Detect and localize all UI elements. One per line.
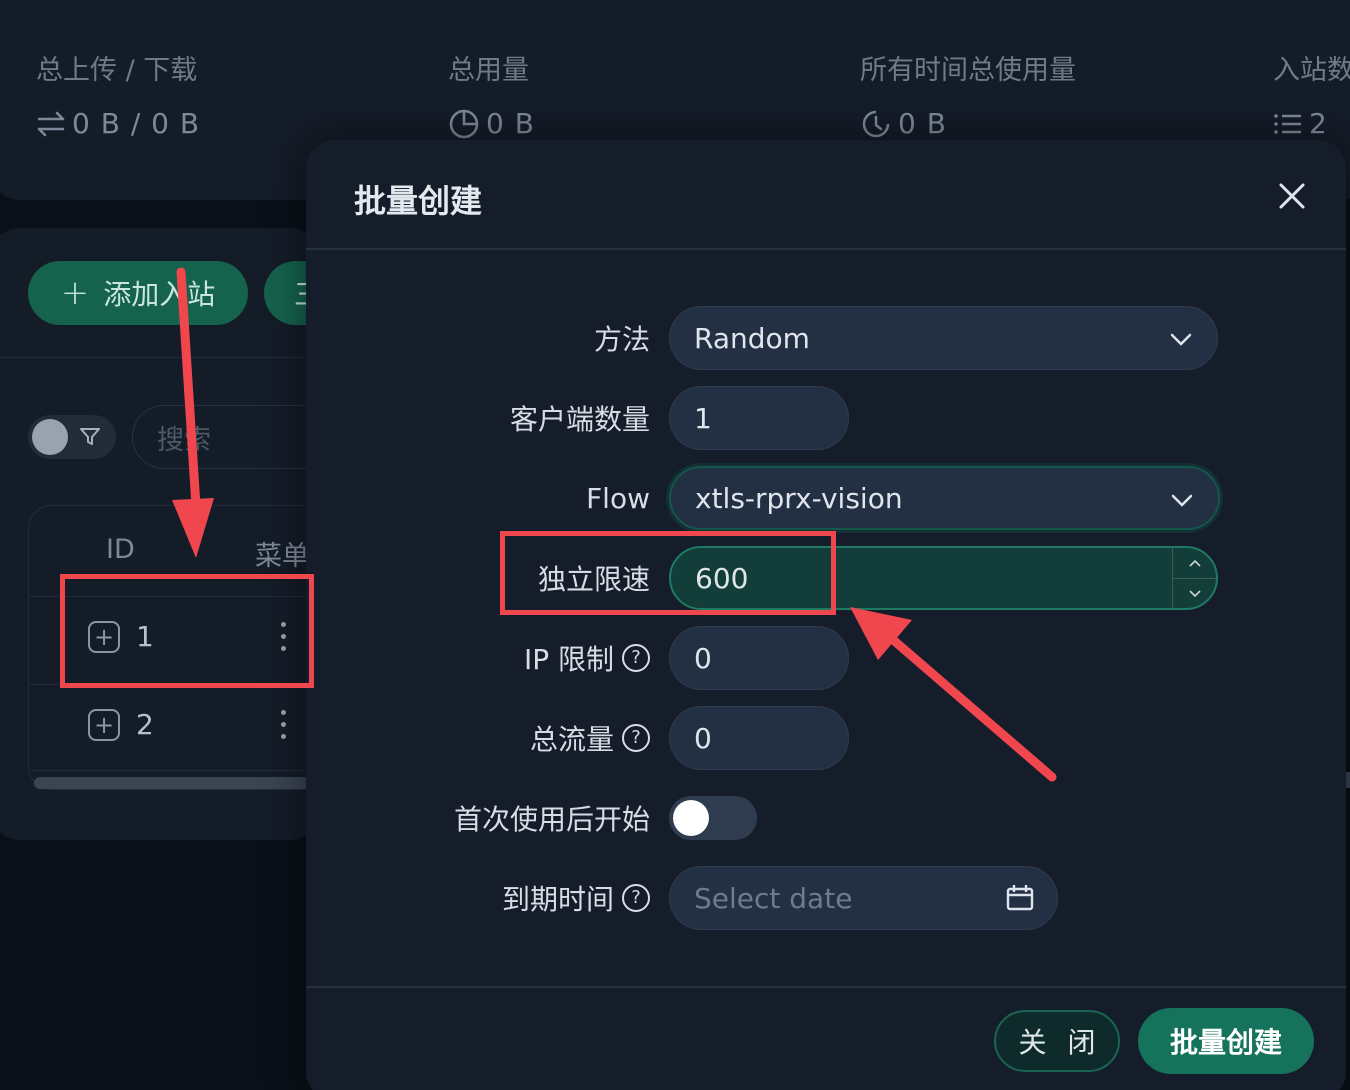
arrow-down-head-icon <box>172 498 214 558</box>
arrow-up-left-icon <box>879 627 1057 782</box>
arrow-down-icon <box>176 267 201 511</box>
annotation-arrows <box>172 267 1057 782</box>
